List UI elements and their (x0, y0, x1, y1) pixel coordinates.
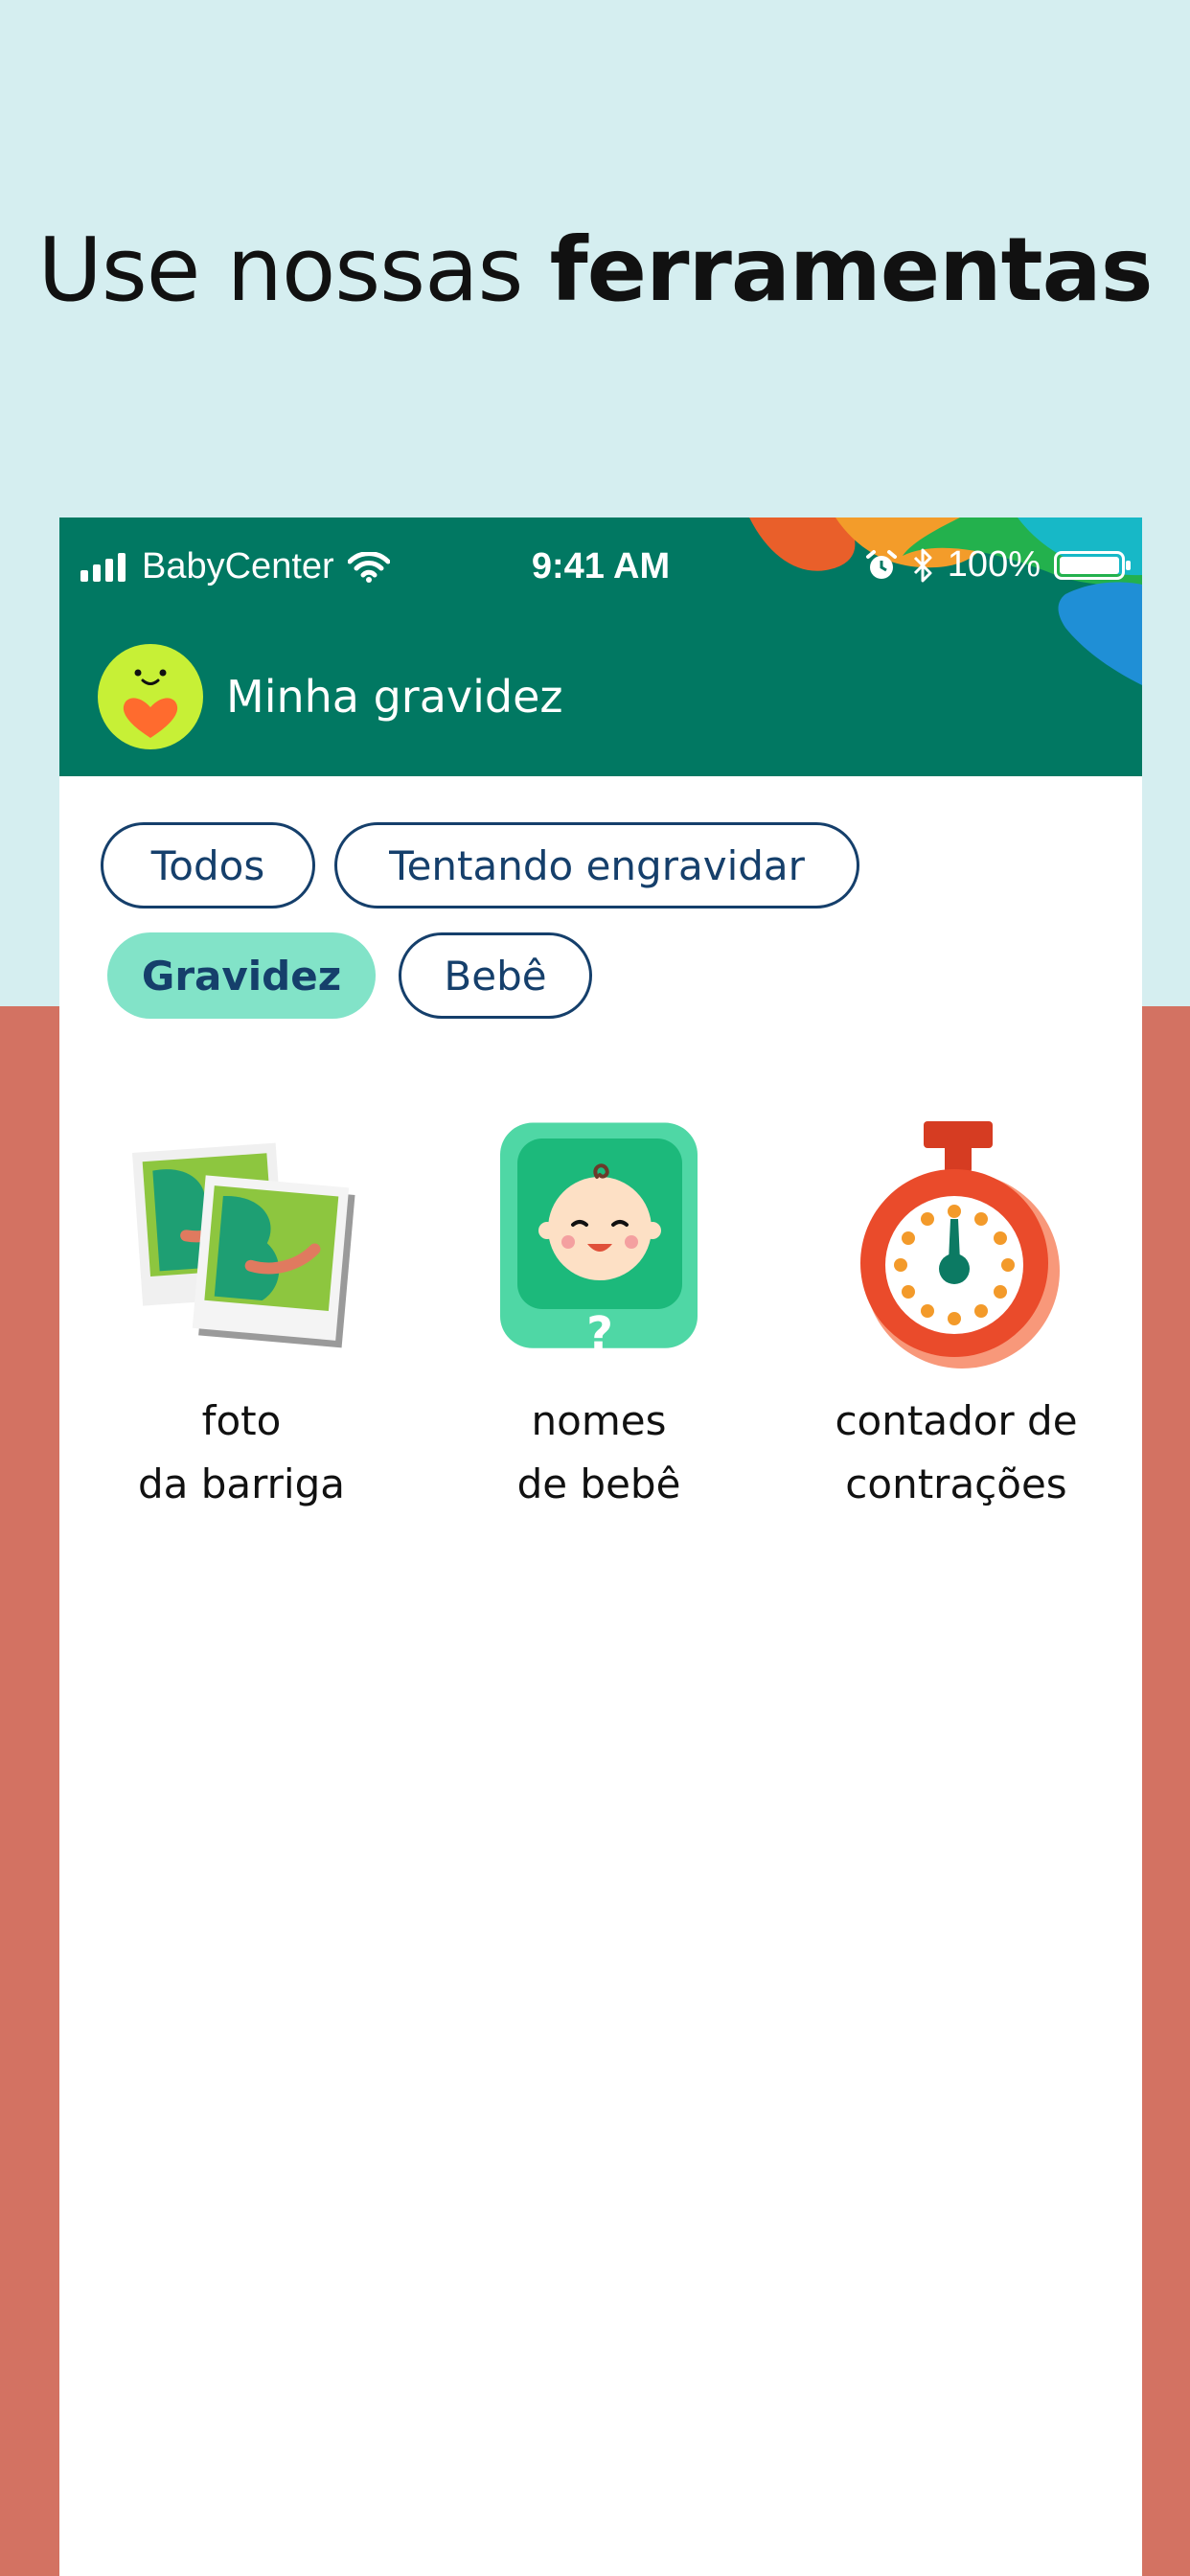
avatar[interactable] (98, 644, 203, 749)
bluetooth-icon (913, 548, 932, 582)
bump-photo-icon (131, 1142, 355, 1348)
app-header: BabyCenter 9:41 AM 100% Minha gravidez (59, 518, 1142, 776)
tool-label-line1: nomes (531, 1397, 667, 1444)
tool-label-line1: contador de (835, 1397, 1078, 1444)
headline-bold: ferramentas (549, 218, 1154, 321)
tool-contraction-timer[interactable]: contador de contrações (793, 1119, 1119, 1516)
filter-chip-gravidez[interactable]: Gravidez (107, 932, 376, 1019)
baby-names-icon: ? (500, 1122, 698, 1361)
tool-label-line2: contrações (845, 1460, 1067, 1507)
filter-chip-todos[interactable]: Todos (101, 822, 315, 908)
phone-screen: BabyCenter 9:41 AM 100% Minha gravidez T… (59, 518, 1142, 2576)
tool-label-line2: de bebê (516, 1460, 681, 1507)
filter-chip-bebe[interactable]: Bebê (399, 932, 592, 1019)
battery-percent: 100% (947, 544, 1041, 585)
filter-chip-tentando-engravidar[interactable]: Tentando engravidar (334, 822, 859, 908)
smiley-heart-icon (123, 669, 178, 738)
svg-text:?: ? (586, 1307, 613, 1361)
battery-icon (1054, 550, 1131, 580)
status-bar: BabyCenter 9:41 AM 100% (59, 518, 1142, 613)
tool-baby-names[interactable]: ? nomes de bebê (436, 1119, 762, 1516)
hero-headline: Use nossas ferramentas (0, 218, 1190, 321)
tool-bump-photo[interactable]: foto da barriga (79, 1119, 404, 1516)
contraction-timer-icon (860, 1121, 1060, 1368)
tool-label-line2: da barriga (137, 1460, 345, 1507)
tool-label-line1: foto (201, 1397, 282, 1444)
headline-regular: Use nossas (37, 218, 550, 321)
alarm-icon (865, 549, 897, 579)
profile-label[interactable]: Minha gravidez (226, 671, 563, 723)
